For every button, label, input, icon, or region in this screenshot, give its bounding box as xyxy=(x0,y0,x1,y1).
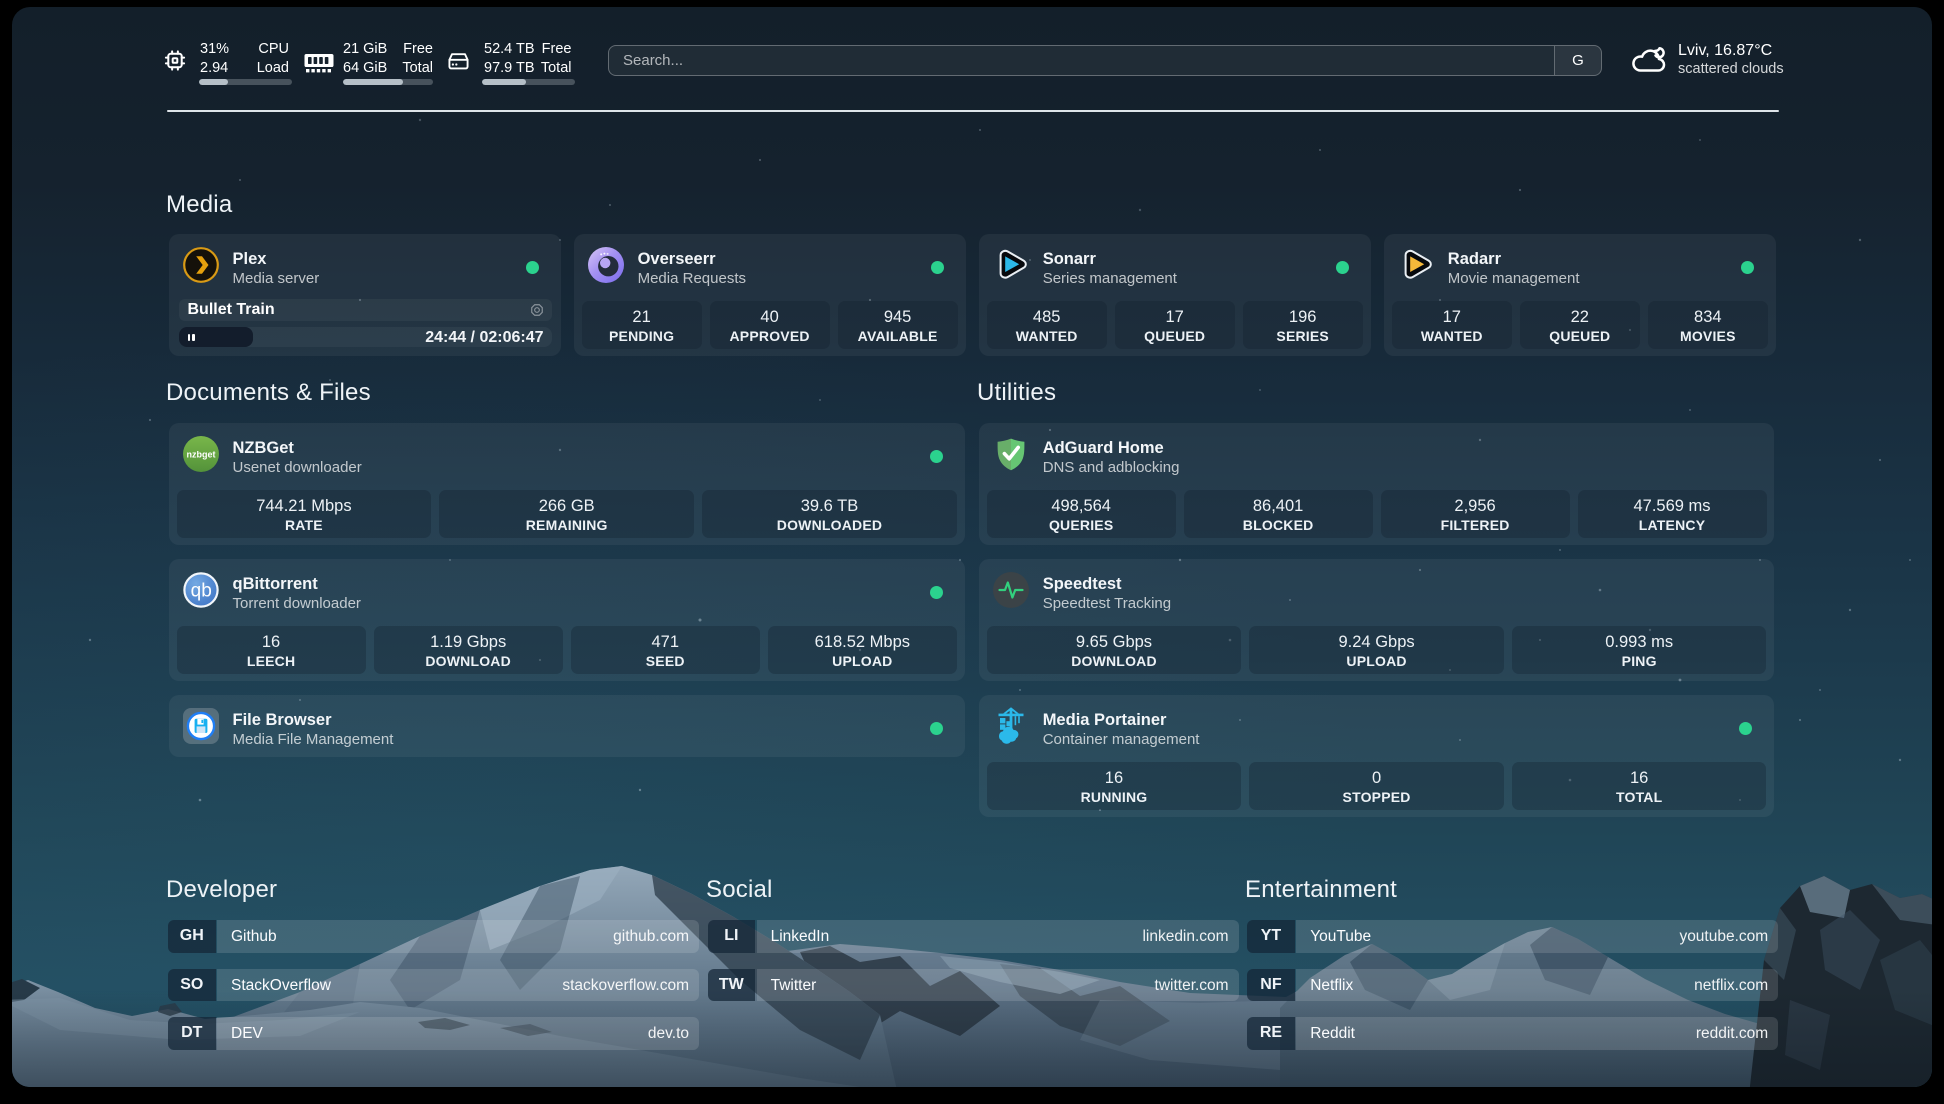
svg-text:qb: qb xyxy=(190,581,211,602)
svg-text:nzbget: nzbget xyxy=(186,450,215,460)
